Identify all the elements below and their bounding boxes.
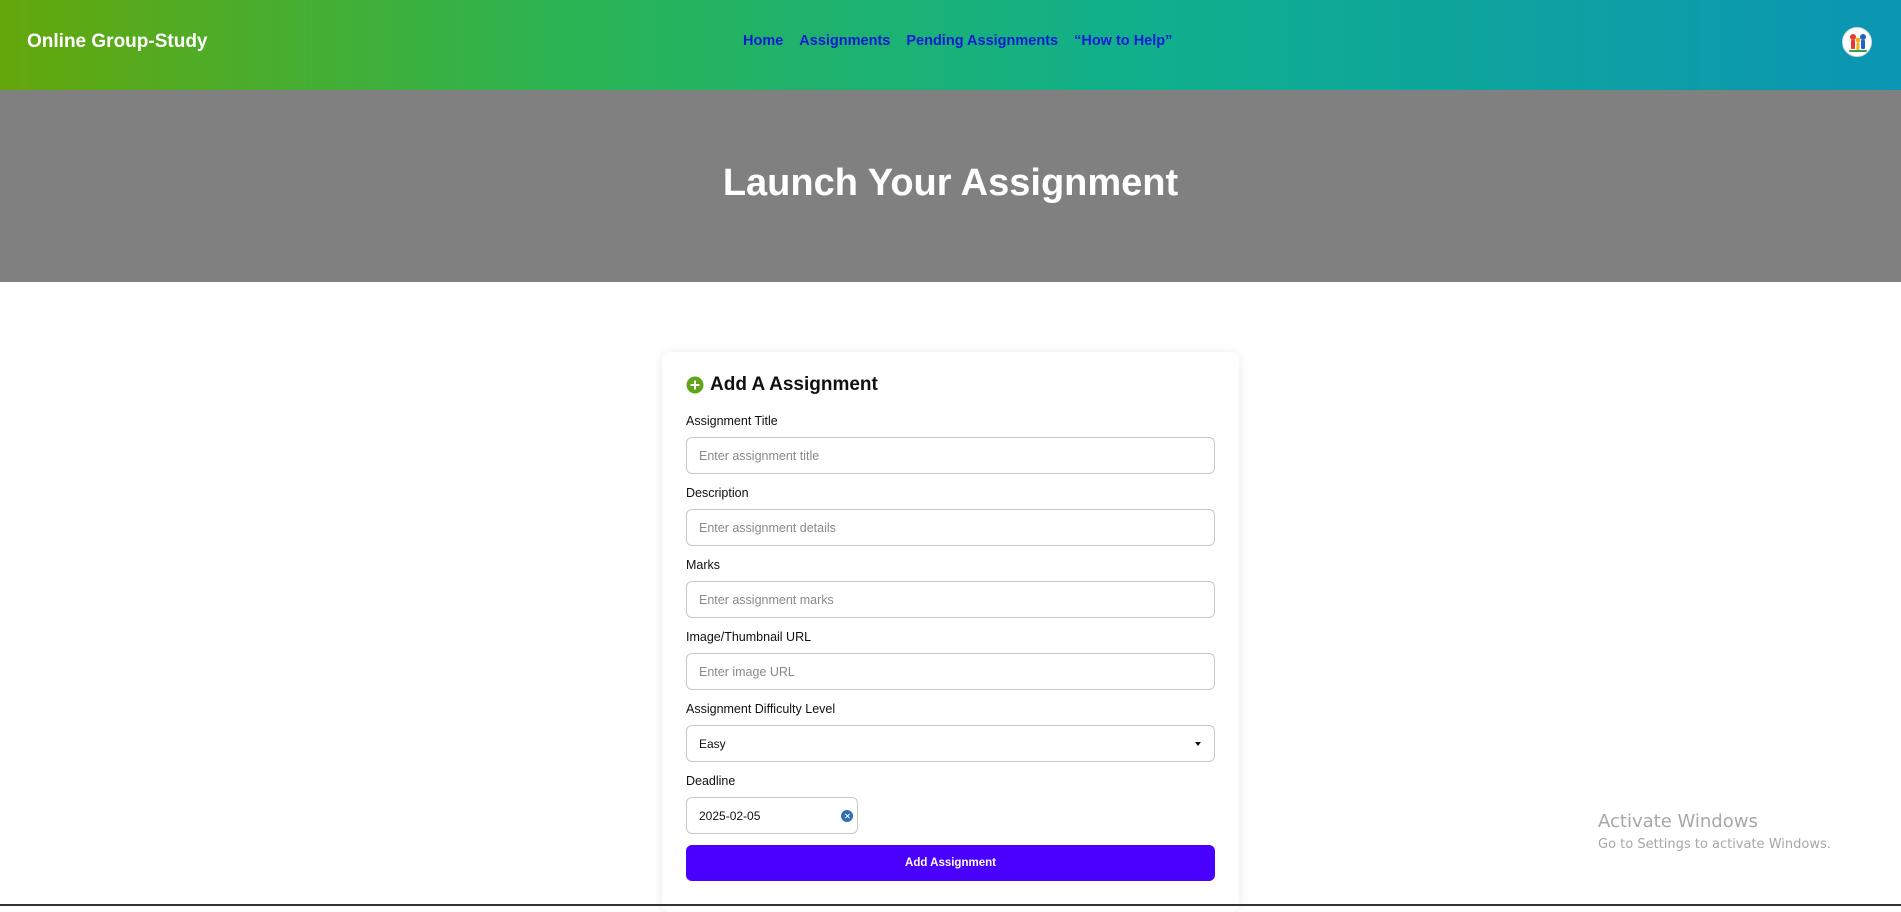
assignment-title-input[interactable] bbox=[686, 437, 1215, 474]
windows-activation-watermark: Activate Windows Go to Settings to activ… bbox=[1598, 811, 1831, 852]
marks-label: Marks bbox=[686, 558, 721, 572]
chevron-down-icon bbox=[1195, 742, 1201, 746]
description-label: Description bbox=[686, 486, 749, 500]
navbar: Online Group-Study Home Assignments Pend… bbox=[0, 0, 1901, 90]
nav-link-assignments[interactable]: Assignments bbox=[799, 33, 890, 49]
watermark-subtitle: Go to Settings to activate Windows. bbox=[1598, 837, 1831, 852]
add-assignment-form: Add A Assignment Assignment Title Descri… bbox=[662, 352, 1239, 912]
clear-date-icon[interactable] bbox=[841, 810, 853, 822]
form-header: Add A Assignment bbox=[686, 374, 878, 396]
deadline-value: 2025-02-05 bbox=[699, 809, 761, 823]
difficulty-label: Assignment Difficulty Level bbox=[686, 702, 836, 716]
deadline-date-picker[interactable]: 2025-02-05 bbox=[686, 797, 858, 834]
add-assignment-button[interactable]: Add Assignment bbox=[686, 845, 1215, 881]
page-title: Launch Your Assignment bbox=[722, 162, 1179, 204]
plus-circle-icon bbox=[686, 376, 704, 394]
marks-input[interactable] bbox=[686, 581, 1215, 618]
difficulty-selected-value: Easy bbox=[699, 737, 726, 751]
assignment-title-label: Assignment Title bbox=[686, 414, 778, 428]
watermark-title: Activate Windows bbox=[1598, 811, 1758, 832]
description-input[interactable] bbox=[686, 509, 1215, 546]
user-avatar-icon[interactable] bbox=[1842, 27, 1872, 57]
nav-links: Home Assignments Pending Assignments “Ho… bbox=[743, 33, 1172, 49]
nav-link-pending-assignments[interactable]: Pending Assignments bbox=[906, 33, 1058, 49]
form-title: Add A Assignment bbox=[710, 374, 878, 395]
image-url-label: Image/Thumbnail URL bbox=[686, 630, 812, 644]
nav-link-home[interactable]: Home bbox=[743, 33, 783, 49]
brand-logo[interactable]: Online Group-Study bbox=[27, 31, 208, 53]
nav-link-how-to-help[interactable]: “How to Help” bbox=[1074, 33, 1172, 49]
hero-banner: Launch Your Assignment bbox=[0, 90, 1901, 282]
difficulty-select[interactable]: Easy bbox=[686, 725, 1215, 762]
deadline-label: Deadline bbox=[686, 774, 736, 788]
image-url-input[interactable] bbox=[686, 653, 1215, 690]
